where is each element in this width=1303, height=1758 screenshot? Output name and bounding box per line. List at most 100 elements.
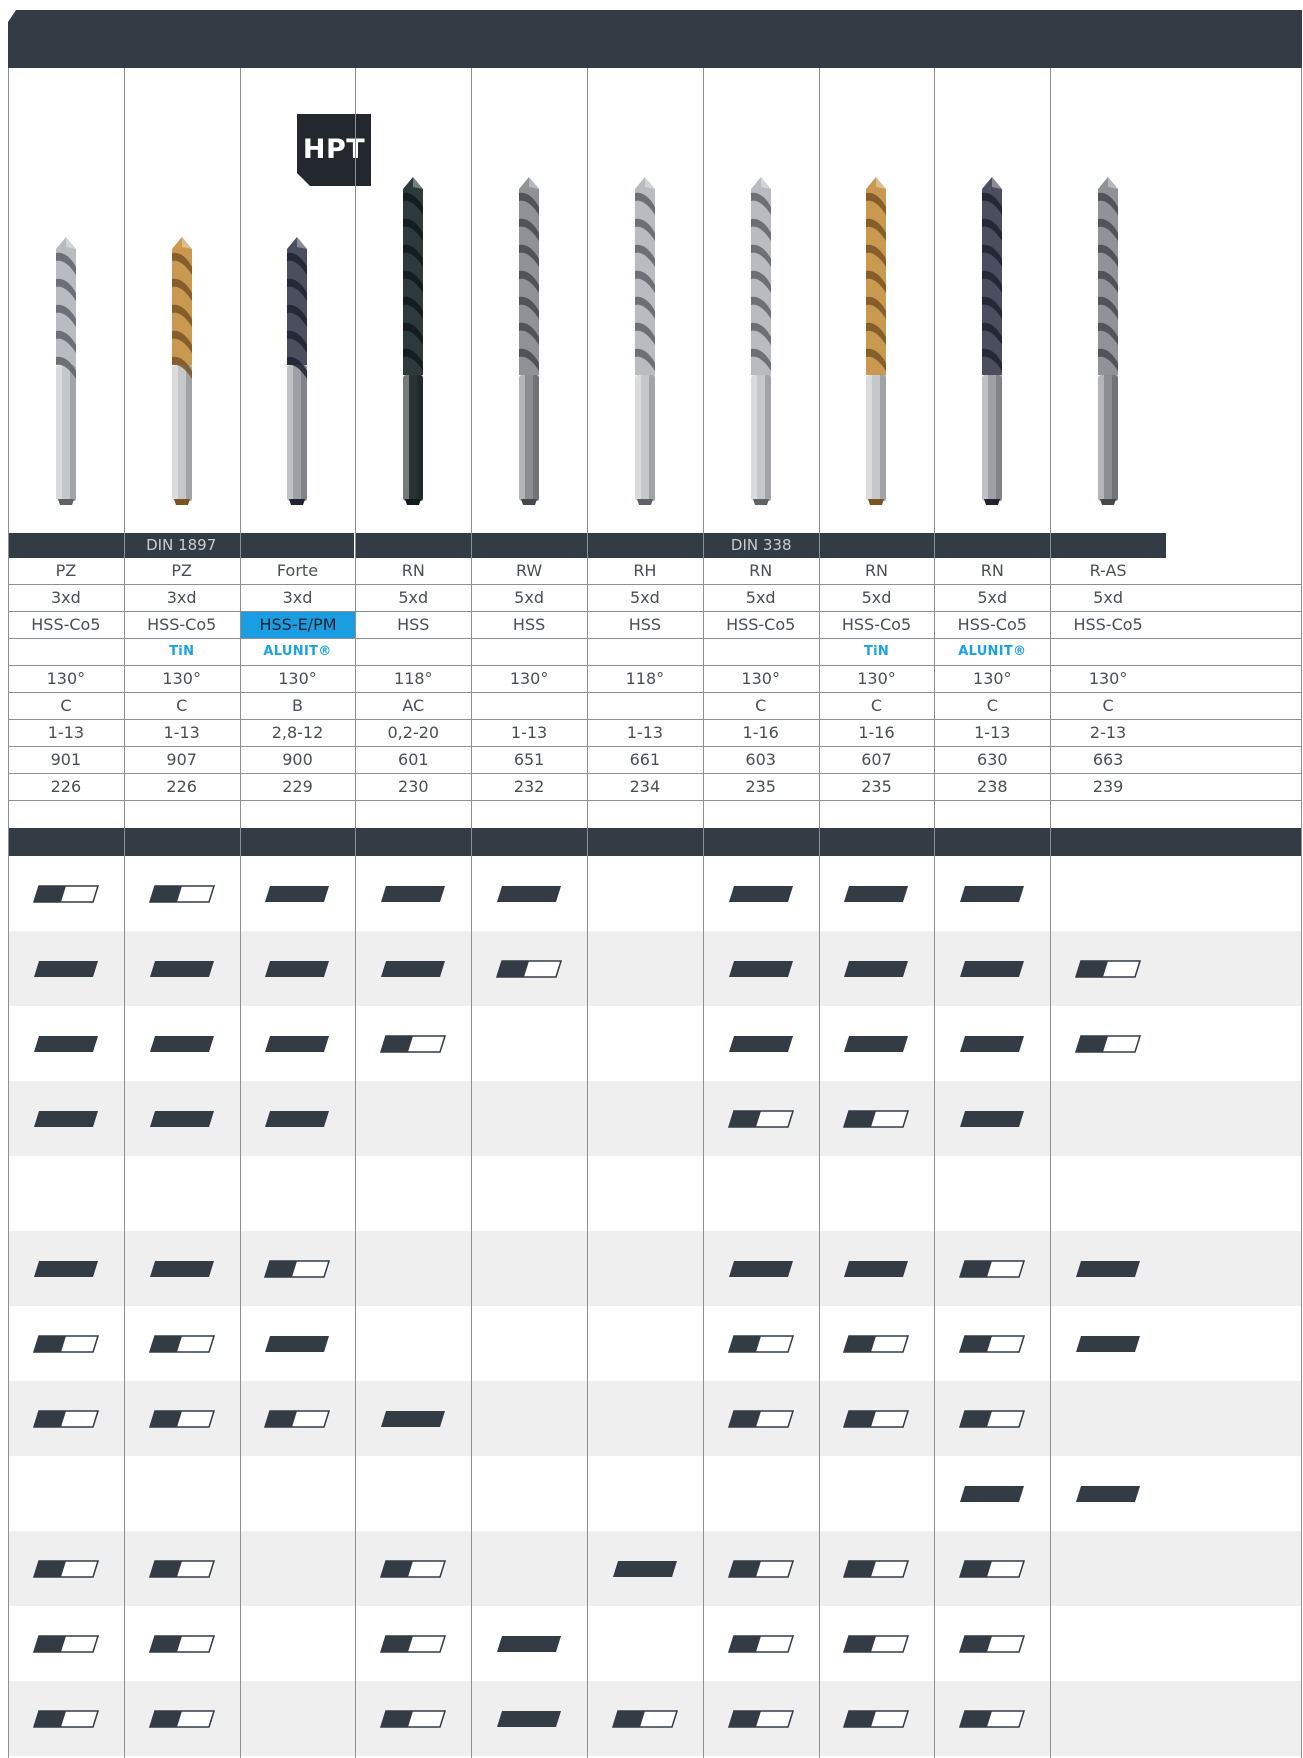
- suitability-cell: [471, 856, 587, 931]
- suitability-cell: [587, 856, 703, 931]
- suitability-cell: [703, 1306, 819, 1381]
- suitability-cell: [587, 1456, 703, 1531]
- rating-full-icon: [728, 960, 793, 977]
- spec-cell: 5xd: [514, 588, 544, 607]
- suitability-cell: [587, 1531, 703, 1606]
- suitability-cell: [8, 856, 124, 931]
- rating-half-icon: [148, 1334, 215, 1353]
- rating-full-icon: [381, 1410, 446, 1427]
- rating-half-icon: [264, 1259, 331, 1278]
- spec-cell: 118°: [394, 669, 433, 688]
- rating-full-icon: [960, 885, 1025, 902]
- suitability-cell: [934, 856, 1050, 931]
- suitability-cell: [355, 1381, 471, 1456]
- suitability-cell: [8, 1531, 124, 1606]
- suitability-cell: [1050, 856, 1166, 931]
- suitability-cell: [1050, 1456, 1166, 1531]
- spec-cell: C: [870, 696, 883, 715]
- rating-full-icon: [33, 960, 98, 977]
- spec-cell: HSS-E/PM: [240, 612, 356, 638]
- rating-full-icon: [33, 1260, 98, 1277]
- hpt-badge: HPT: [297, 114, 371, 186]
- suitability-cell: [355, 1081, 471, 1156]
- spec-cell: TiN: [863, 644, 890, 659]
- spec-cell: 1-13: [974, 723, 1011, 742]
- suitability-matrix: [8, 856, 1302, 1758]
- suitability-cell: [240, 1006, 356, 1081]
- suitability-cell: [934, 1531, 1050, 1606]
- drill-bit-image: [162, 235, 202, 509]
- spec-cell: 130°: [278, 669, 317, 688]
- spec-cell: 1-13: [626, 723, 664, 742]
- suitability-cell: [703, 856, 819, 931]
- rating-half-icon: [32, 1334, 99, 1353]
- spec-cell: 630: [977, 750, 1008, 769]
- rating-full-icon: [1076, 1260, 1141, 1277]
- suitability-cell: [934, 1456, 1050, 1531]
- spec-cell: HSS-Co5: [147, 615, 217, 634]
- drill-image-cell: [471, 68, 587, 533]
- suitability-cell: [1050, 1306, 1166, 1381]
- spec-row-point-form: C C B AC C C C C: [8, 693, 1302, 720]
- drill-images-row: [8, 68, 1302, 533]
- spec-cell: 601: [398, 750, 429, 769]
- suitability-cell: [471, 1456, 587, 1531]
- drill-image-cell: [124, 68, 240, 533]
- rating-full-icon: [149, 960, 214, 977]
- spec-row-range: 1-13 1-13 2,8-12 0,2-20 1-13 1-13 1-16 1-16 1-13…: [8, 720, 1302, 747]
- rating-half-icon: [727, 1409, 794, 1428]
- drill-image-cell: [355, 68, 471, 533]
- drill-image-cell: [1050, 68, 1166, 533]
- spec-cell: 235: [745, 777, 776, 796]
- rating-half-icon: [32, 1634, 99, 1653]
- rating-full-icon: [844, 960, 909, 977]
- spec-cell: 130°: [857, 669, 896, 688]
- spec-cell: 0,2-20: [387, 723, 440, 742]
- suitability-cell: [819, 1606, 935, 1681]
- spec-cell: 3xd: [50, 588, 81, 607]
- suitability-cell: [8, 1681, 124, 1756]
- product-comparison-page: HPT DIN 1897 DIN 338 PZ PZ Forte RN RW RH RN RN R…: [8, 10, 1302, 1758]
- spec-cell: C: [986, 696, 998, 715]
- rating-full-icon: [844, 1035, 909, 1052]
- rating-half-icon: [148, 884, 215, 903]
- rating-half-icon: [843, 1109, 910, 1128]
- spec-cell: 1-13: [47, 723, 85, 742]
- suitability-cell: [240, 1306, 356, 1381]
- spec-cell: 3xd: [282, 588, 313, 607]
- spec-cell: 230: [398, 777, 429, 796]
- spec-cell: PZ: [171, 561, 192, 580]
- suitability-row: [8, 1156, 1302, 1231]
- spec-cell: 239: [1092, 777, 1124, 796]
- suitability-cell: [934, 1306, 1050, 1381]
- suitability-cell: [819, 1006, 935, 1081]
- spec-cell: ALUNIT®: [263, 644, 332, 659]
- suitability-cell: [240, 1156, 356, 1231]
- suitability-cell: [8, 931, 124, 1006]
- spec-cell: PZ: [55, 561, 77, 580]
- spec-cell: [471, 693, 587, 719]
- spec-cell: [587, 693, 703, 719]
- suitability-cell: [240, 856, 356, 931]
- suitability-cell: [587, 1381, 703, 1456]
- rating-full-icon: [844, 1260, 909, 1277]
- suitability-cell: [703, 1156, 819, 1231]
- suitability-cell: [240, 1531, 356, 1606]
- spec-cell: 1-13: [163, 723, 200, 742]
- suitability-cell: [471, 1681, 587, 1756]
- rating-full-icon: [960, 1485, 1025, 1502]
- suitability-cell: [8, 1306, 124, 1381]
- suitability-cell: [355, 1456, 471, 1531]
- rating-half-icon: [959, 1259, 1026, 1278]
- rating-full-icon: [381, 960, 446, 977]
- suitability-cell: [703, 1231, 819, 1306]
- spec-cell: C: [1102, 696, 1114, 715]
- rating-half-icon: [148, 1409, 215, 1428]
- spec-cell: RN: [864, 561, 889, 580]
- suitability-cell: [819, 1381, 935, 1456]
- standards-row: DIN 1897 DIN 338: [8, 533, 1302, 558]
- spec-cell: R-AS: [1089, 561, 1127, 580]
- spec-cell: 1-16: [858, 723, 895, 742]
- suitability-header-bar: [8, 828, 1302, 856]
- spec-cell: [703, 639, 819, 665]
